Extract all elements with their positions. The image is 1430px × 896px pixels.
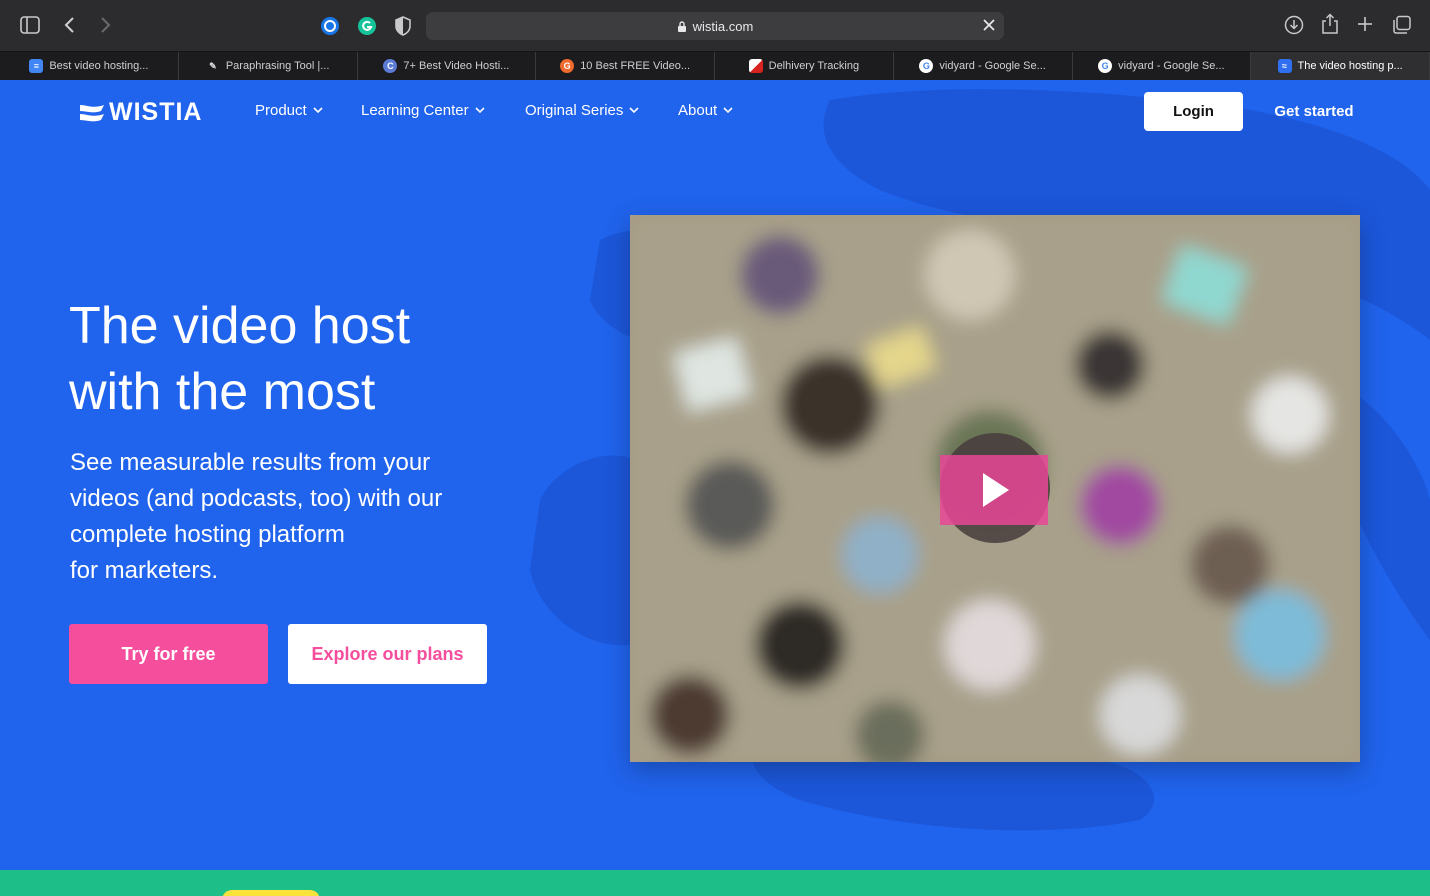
hero-title: The video host with the most <box>69 293 589 425</box>
url-text: wistia.com <box>692 18 754 34</box>
download-icon[interactable] <box>1284 15 1304 35</box>
wistia-logo[interactable]: WISTIA <box>79 98 203 127</box>
sidebar-toggle-icon[interactable] <box>20 16 40 34</box>
nav-label: About <box>678 102 718 119</box>
tab-0[interactable]: ≡ Best video hosting... <box>0 52 179 80</box>
tab-label: vidyard - Google Se... <box>1118 60 1225 72</box>
wistia-page: WISTIA Product Learning Center Original … <box>0 80 1430 896</box>
quill-icon: ✎ <box>209 60 217 71</box>
tab-label: Delhivery Tracking <box>768 60 860 72</box>
tab-overview-icon[interactable] <box>1392 15 1412 35</box>
close-icon[interactable] <box>982 18 996 35</box>
tab-5[interactable]: G vidyard - Google Se... <box>894 52 1073 80</box>
next-section-pill <box>222 890 320 896</box>
nav-label: Learning Center <box>361 102 469 119</box>
hero-subtitle-line: complete hosting platform <box>70 521 345 548</box>
hero-subtitle: See measurable results from your videos … <box>70 445 490 589</box>
wistia-icon: ≈ <box>1277 59 1292 73</box>
nav-about[interactable]: About <box>678 102 733 119</box>
logo-text: WISTIA <box>109 98 203 126</box>
tab-bar: ≡ Best video hosting... ✎ Paraphrasing T… <box>0 52 1430 80</box>
login-button[interactable]: Login <box>1144 92 1243 131</box>
nav-label: Original Series <box>525 102 624 119</box>
hero-subtitle-line: for marketers. <box>70 557 219 584</box>
hero-title-line-2: with the most <box>69 363 376 421</box>
extension-blue-icon[interactable] <box>319 15 341 37</box>
tab-label: Best video hosting... <box>49 60 149 72</box>
tab-7-active[interactable]: ≈ The video hosting p... <box>1251 52 1430 80</box>
next-section-band <box>0 870 1430 896</box>
nav-product[interactable]: Product <box>255 102 323 119</box>
new-tab-icon[interactable] <box>1356 15 1374 33</box>
tab-label: vidyard - Google Se... <box>939 60 1046 72</box>
tab-label: The video hosting p... <box>1297 60 1403 72</box>
try-for-free-button[interactable]: Try for free <box>69 624 268 684</box>
chevron-down-icon <box>475 107 485 114</box>
chevron-down-icon <box>723 107 733 114</box>
hero-subtitle-line: videos (and podcasts, too) with our <box>70 485 443 512</box>
nav-label: Product <box>255 102 307 119</box>
back-icon[interactable] <box>63 16 77 34</box>
tab-2[interactable]: C 7+ Best Video Hosti... <box>358 52 537 80</box>
site-nav: WISTIA Product Learning Center Original … <box>0 80 1430 144</box>
hero-subtitle-line: See measurable results from your <box>70 449 431 476</box>
tab-6[interactable]: G vidyard - Google Se... <box>1073 52 1252 80</box>
share-icon[interactable] <box>1321 13 1339 35</box>
tab-label: Paraphrasing Tool |... <box>225 60 330 72</box>
tab-4[interactable]: Delhivery Tracking <box>715 52 894 80</box>
hero-video-player[interactable] <box>630 215 1360 762</box>
delhivery-icon <box>748 59 763 73</box>
nav-learning-center[interactable]: Learning Center <box>361 102 485 119</box>
explore-plans-button[interactable]: Explore our plans <box>288 624 487 684</box>
google-icon: G <box>1098 59 1113 73</box>
grammarly-icon[interactable] <box>356 15 378 37</box>
tab-label: 7+ Best Video Hosti... <box>403 60 510 72</box>
get-started-button[interactable]: Get started <box>1262 92 1366 131</box>
g-orange-icon: G <box>560 59 575 73</box>
nav-original-series[interactable]: Original Series <box>525 102 639 119</box>
google-icon: G <box>919 59 934 73</box>
shield-icon[interactable] <box>394 15 412 37</box>
chevron-down-icon <box>629 107 639 114</box>
docs-icon: ≡ <box>29 59 44 73</box>
address-bar[interactable]: wistia.com <box>426 12 1004 40</box>
play-icon[interactable] <box>983 473 1009 507</box>
forward-icon[interactable] <box>98 16 112 34</box>
chevron-down-icon <box>313 107 323 114</box>
tab-1[interactable]: ✎ Paraphrasing Tool |... <box>179 52 358 80</box>
wistia-wave-icon <box>80 104 104 121</box>
hero-title-line-1: The video host <box>69 297 411 355</box>
browser-toolbar: wistia.com <box>0 0 1430 52</box>
c-icon: C <box>383 59 398 73</box>
tab-3[interactable]: G 10 Best FREE Video... <box>536 52 715 80</box>
lock-icon <box>677 20 687 33</box>
tab-label: 10 Best FREE Video... <box>580 60 691 72</box>
